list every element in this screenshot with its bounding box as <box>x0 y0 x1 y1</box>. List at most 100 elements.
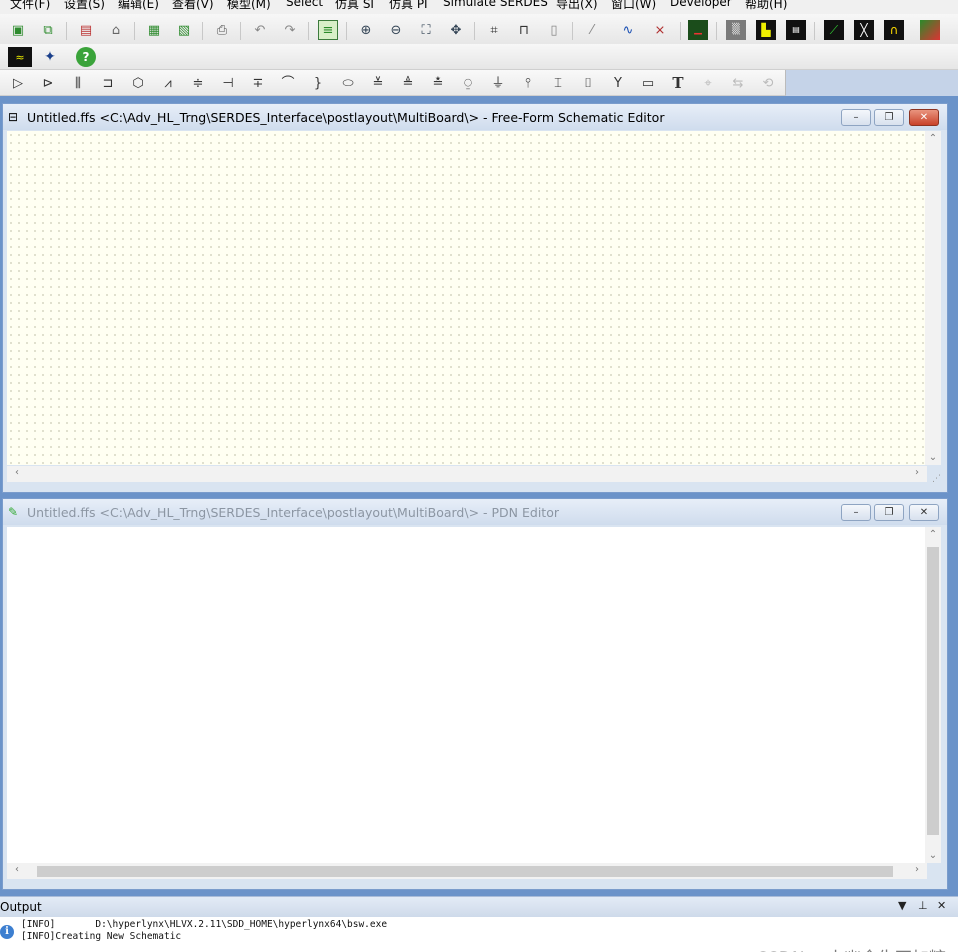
schematic-horizontal-scrollbar[interactable]: ‹ › <box>7 466 927 482</box>
scroll-down-icon[interactable]: ⌄ <box>925 850 941 861</box>
new-schematic-icon[interactable]: ▤ <box>76 20 96 40</box>
horizontal-scroll-thumb[interactable] <box>37 866 893 877</box>
via-icon[interactable]: ⍜ <box>458 73 478 93</box>
connector-icon[interactable]: ⊐ <box>98 73 118 93</box>
menu-settings[interactable]: 设置(S) <box>64 0 105 12</box>
menu-developer[interactable]: Developer <box>670 0 732 9</box>
pdn-doc-icon: ✎ <box>8 505 19 519</box>
resize-grip-icon[interactable]: ⋰ <box>932 474 941 484</box>
output-log[interactable]: i [INFO] D:\hyperlynx\HLVX.2.11\SDD_HOME… <box>0 918 958 952</box>
waveform-icon[interactable]: ∿ <box>618 20 638 40</box>
menu-help[interactable]: 帮助(H) <box>745 0 787 12</box>
rotate-icon[interactable]: ⟲ <box>758 73 778 93</box>
inductor-icon[interactable]: ⌒ <box>278 73 298 93</box>
scroll-left-icon[interactable]: ‹ <box>9 467 25 478</box>
ic-model-icon[interactable]: ⌗ <box>484 20 504 40</box>
restore-button[interactable]: ❐ <box>874 504 904 521</box>
close-button[interactable]: ✕ <box>909 504 939 521</box>
restore-button[interactable]: ❐ <box>874 109 904 126</box>
eye-diagram-icon[interactable]: ▒ <box>726 20 746 40</box>
pi-analysis-icon[interactable]: ≈ <box>8 47 32 67</box>
color-map-icon[interactable] <box>920 20 940 40</box>
zoom-fit-icon[interactable]: ⛶ <box>416 20 436 40</box>
scroll-left-icon[interactable]: ‹ <box>9 864 25 875</box>
terminator-icon[interactable]: ⊓ <box>514 20 534 40</box>
inductor-vertical-icon[interactable]: } <box>308 73 328 93</box>
menu-export[interactable]: 导出(X) <box>556 0 598 12</box>
menu-model[interactable]: 模型(M) <box>227 0 271 12</box>
open-file-icon[interactable]: ⧉ <box>38 20 58 40</box>
scroll-down-icon[interactable]: ⌄ <box>925 452 941 463</box>
help-icon[interactable]: ? <box>76 47 96 67</box>
minimize-button[interactable]: – <box>841 504 871 521</box>
diff-buffer-icon[interactable]: ⊳ <box>38 73 58 93</box>
open-board-icon[interactable]: ▧ <box>174 20 194 40</box>
scroll-right-icon[interactable]: › <box>909 864 925 875</box>
scroll-right-icon[interactable]: › <box>909 467 925 478</box>
s-param-icon[interactable]: ╳ <box>854 20 874 40</box>
sweep-icon[interactable]: ⟋ <box>824 20 844 40</box>
minimize-button[interactable]: – <box>841 109 871 126</box>
buffer-icon[interactable]: ▷ <box>8 73 28 93</box>
menu-window[interactable]: 窗口(W) <box>611 0 656 12</box>
s-param-block-icon[interactable]: ⌶ <box>548 73 568 93</box>
crosstalk-icon[interactable]: ⨯ <box>650 20 670 40</box>
close-button[interactable]: ✕ <box>909 109 939 126</box>
menu-view[interactable]: 查看(V) <box>172 0 214 12</box>
zoom-out-icon[interactable]: ⊖ <box>386 20 406 40</box>
board-icon[interactable]: ▦ <box>144 20 164 40</box>
dc-drop-icon[interactable]: ▤ <box>786 20 806 40</box>
close-icon[interactable]: ✕ <box>937 899 946 912</box>
oscilloscope-icon[interactable]: ▁ <box>688 20 708 40</box>
menu-simulate-serdes[interactable]: Simulate SERDES <box>443 0 548 9</box>
print-icon[interactable]: ⎙ <box>212 20 232 40</box>
package-icon[interactable]: ⬡ <box>128 73 148 93</box>
schematic-canvas[interactable] <box>7 131 927 465</box>
resistor-vertical-icon[interactable]: ≑ <box>188 73 208 93</box>
menu-select[interactable]: Select <box>286 0 323 9</box>
antenna-icon[interactable]: Y <box>608 73 628 93</box>
menu-simulate-si[interactable]: 仿真 SI <box>335 0 374 12</box>
new-file-icon[interactable]: ▣ <box>8 20 28 40</box>
pdn-canvas[interactable] <box>7 527 927 863</box>
dropdown-icon[interactable]: ▼ <box>898 899 906 912</box>
rl-network-icon[interactable]: ≛ <box>428 73 448 93</box>
pin-icon[interactable]: ⊥ <box>918 899 928 912</box>
menu-simulate-pi[interactable]: 仿真 PI <box>389 0 428 12</box>
scroll-up-icon[interactable]: ⌃ <box>925 529 941 540</box>
spectrum-icon[interactable]: ▙ <box>756 20 776 40</box>
thermal-icon[interactable]: ✦ <box>38 47 62 67</box>
pan-icon[interactable]: ✥ <box>446 20 466 40</box>
impedance-icon[interactable]: ∩ <box>884 20 904 40</box>
open-folder-icon[interactable]: ⌂ <box>106 20 126 40</box>
ic-pins-icon[interactable]: ⫼ <box>68 73 88 93</box>
magic-wand-icon[interactable]: ⁄ <box>582 20 602 40</box>
capacitor-icon[interactable]: ⊣ <box>218 73 238 93</box>
probe-icon[interactable]: ▭ <box>638 73 658 93</box>
crosshair-icon[interactable]: ⌖ <box>698 73 718 93</box>
coupled-line-icon[interactable]: ≚ <box>368 73 388 93</box>
menu-file[interactable]: 文件(F) <box>10 0 50 12</box>
transmission-line-icon[interactable]: ⬭ <box>338 73 358 93</box>
ground-icon[interactable]: ⏚ <box>488 73 508 93</box>
undo-icon[interactable]: ↶ <box>250 20 270 40</box>
zoom-in-icon[interactable]: ⊕ <box>356 20 376 40</box>
schematic-title-bar[interactable]: ⊟ Untitled.ffs <C:\Adv_HL_Trng\SERDES_In… <box>3 104 947 130</box>
redo-icon[interactable]: ↷ <box>280 20 300 40</box>
scroll-up-icon[interactable]: ⌃ <box>925 133 941 144</box>
grid-icon[interactable]: ≡ <box>318 20 338 40</box>
pdn-vertical-scrollbar[interactable]: ⌃ ⌄ <box>925 527 941 863</box>
menu-edit[interactable]: 编辑(E) <box>118 0 159 12</box>
text-tool-icon[interactable]: T <box>668 73 688 93</box>
schematic-vertical-scrollbar[interactable]: ⌃ ⌄ <box>925 131 941 465</box>
report-icon[interactable]: ▯ <box>544 20 564 40</box>
swap-icon[interactable]: ⇆ <box>728 73 748 93</box>
pdn-horizontal-scrollbar[interactable]: ‹ › <box>7 863 927 879</box>
rc-network-icon[interactable]: ≜ <box>398 73 418 93</box>
pdn-title-bar[interactable]: ✎ Untitled.ffs <C:\Adv_HL_Trng\SERDES_In… <box>3 499 947 525</box>
capacitor-vertical-icon[interactable]: ∓ <box>248 73 268 93</box>
vertical-scroll-thumb[interactable] <box>927 547 939 835</box>
resistor-icon[interactable]: ⩘ <box>158 73 178 93</box>
multi-port-icon[interactable]: ⌷ <box>578 73 598 93</box>
bus-icon[interactable]: ⫯ <box>518 73 538 93</box>
